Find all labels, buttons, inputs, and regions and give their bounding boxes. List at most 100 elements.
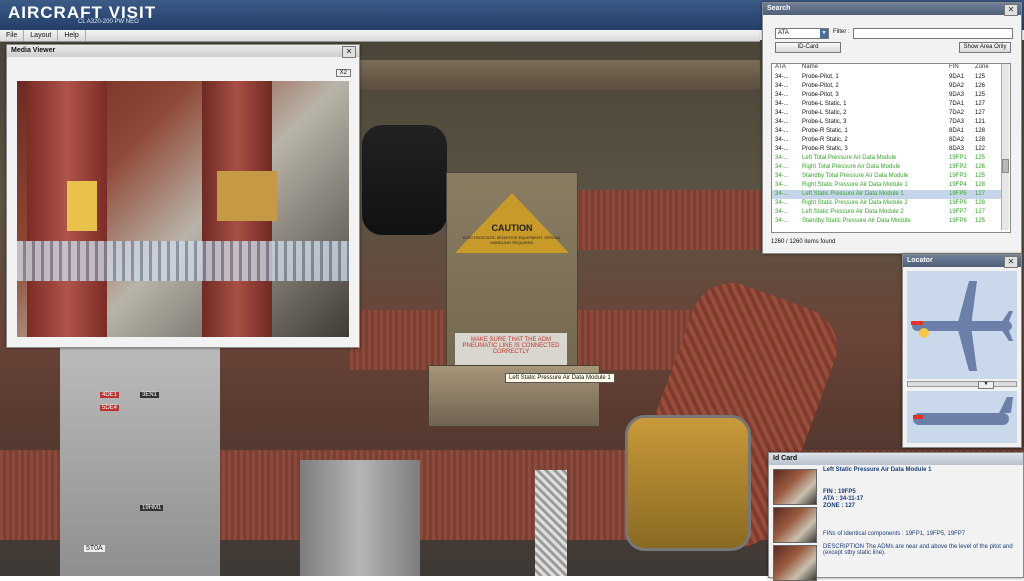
column-fin[interactable]: FIN [949,64,959,71]
cell-fin: 7DA1 [949,101,965,107]
cell-zone: 128 [975,182,986,188]
cell-ata: 34-... [775,110,789,116]
cell-fin: 19FP5 [949,191,967,197]
cell-ata: 34-... [775,164,789,170]
close-icon[interactable]: ✕ [1004,4,1018,16]
cell-zone: 125 [975,74,986,80]
media-viewer-title: Media Viewer [7,45,359,57]
table-row[interactable]: 34-... Left Static Pressure Air Data Modu… [772,208,1002,217]
thumbnail-photo[interactable] [773,507,817,543]
column-name[interactable]: Name [802,64,818,71]
cell-ata: 34-... [775,101,789,107]
search-title: Search [763,3,1021,15]
photo-wiring [17,241,349,281]
aircraft-top-view[interactable] [907,271,1017,379]
cell-name: Probe-R Static, 1 [802,128,848,134]
cell-zone: 126 [975,83,986,89]
cell-ata: 34-... [775,74,789,80]
cell-ata: 34-... [775,137,789,143]
cell-fin: 19FP7 [949,209,967,215]
table-row[interactable]: 34-... Probe-Pitot, 3 9DA3 125 [772,91,1002,100]
close-icon[interactable]: ✕ [342,46,356,58]
table-row[interactable]: 34-... Right Static Pressure Air Data Mod… [772,181,1002,190]
table-row[interactable]: 34-... Probe-R Static, 2 8DA2 128 [772,136,1002,145]
cell-fin: 19FP3 [949,173,967,179]
cell-ata: 34-... [775,173,789,179]
photo-caution-tag [67,181,97,231]
table-row[interactable]: 34-... Standby Total Pressure Air Data Mo… [772,172,1002,181]
cell-name: Right Static Pressure Air Data Module 2 [802,200,908,206]
aircraft-side-view[interactable] [907,391,1017,443]
table-row[interactable]: 34-... Probe-L Static, 1 7DA1 127 [772,100,1002,109]
cell-zone: 126 [975,164,986,170]
cell-zone: 127 [975,191,986,197]
table-row[interactable]: 34-... Probe-L Static, 2 7DA2 127 [772,109,1002,118]
cell-zone: 125 [975,155,986,161]
cell-name: Left Static Pressure Air Data Module 1 [802,191,904,197]
table-row[interactable]: 34-... Right Static Pressure Air Data Mod… [772,199,1002,208]
table-row[interactable]: 34-... Left Total Pressure Air Data Modul… [772,154,1002,163]
cell-name: Left Total Pressure Air Data Module [802,155,897,161]
chevron-down-icon[interactable]: ▼ [820,29,828,38]
column-ata[interactable]: ATA [775,64,786,71]
table-row[interactable]: 34-... Probe-L Static, 3 7DA3 121 [772,118,1002,127]
cell-ata: 34-... [775,119,789,125]
cell-name: Probe-L Static, 3 [802,119,847,125]
cell-zone: 127 [975,209,986,215]
table-row[interactable]: 34-... Probe-R Static, 3 8DA3 122 [772,145,1002,154]
cell-name: Probe-R Static, 2 [802,137,848,143]
table-row[interactable]: 34-... Probe-Pitot, 1 9DA1 125 [772,73,1002,82]
cell-zone: 128 [975,128,986,134]
close-icon[interactable]: ✕ [1004,256,1018,268]
cell-ata: 34-... [775,155,789,161]
cell-fin: 8DA2 [949,137,965,143]
menu-file[interactable]: File [0,30,25,41]
cell-fin: 9DA2 [949,83,965,89]
rack-label: 19HM1 [140,505,164,511]
menu-help[interactable]: Help [58,30,86,41]
table-row[interactable]: 34-... Right Total Pressure Air Data Modu… [772,163,1002,172]
search-window: Search ✕ ATA ▼ Filter : ID-Card Show Are… [762,2,1022,254]
scrollbar-thumb[interactable] [1002,159,1009,173]
show-area-only-button[interactable]: Show Area Only [959,42,1011,53]
table-row[interactable]: 34-... Standby Static Pressure Air Data M… [772,217,1002,226]
results-count: 1260 / 1260 items found [771,239,836,245]
results-list[interactable]: ATA Name FIN Zone 34-... Probe-Pitot, 1 9D… [771,63,1011,233]
rack-label: 5DE4 [100,405,120,411]
cell-name: Probe-Pitot, 2 [802,83,839,89]
cell-zone: 128 [975,137,986,143]
filter-input[interactable] [853,28,1013,39]
cell-name: Probe-L Static, 1 [802,101,847,107]
caution-text: ELECTROSTATIC SENSITIVE EQUIPMENT. SPECI… [462,235,562,245]
cell-name: Left Static Pressure Air Data Module 2 [802,209,904,215]
cell-fin: 7DA2 [949,110,965,116]
table-row[interactable]: 34-... Left Static Pressure Air Data Modu… [772,190,1002,199]
cell-name: Right Static Pressure Air Data Module 1 [802,182,908,188]
cell-ata: 34-... [775,191,789,197]
table-row[interactable]: 34-... Probe-Pitot, 2 9DA2 126 [772,82,1002,91]
id-card-button[interactable]: ID-Card [775,42,841,53]
table-row[interactable]: 34-... Probe-R Static, 1 8DA1 128 [772,127,1002,136]
menu-layout[interactable]: Layout [24,30,59,41]
cell-name: Probe-Pitot, 1 [802,74,839,80]
component-description: DESCRIPTION The ADMs are near and above … [823,544,1013,556]
component-ata: ATA : 34-11-17 [823,496,864,502]
chevron-down-icon[interactable]: ▼ [978,381,994,389]
zoom-x2-button[interactable]: X2 [335,69,351,77]
view-slider[interactable]: ▼ [907,381,1017,389]
filter-label: Filter : [833,29,850,35]
scrollbar[interactable] [1001,64,1009,230]
cell-fin: 8DA3 [949,146,965,152]
adm-warning-plate: MAKE SURE THAT THE ADM PNEUMATIC LINE IS… [455,333,567,369]
photo-connector [217,171,277,221]
cell-fin: 9DA1 [949,74,965,80]
cell-zone: 121 [975,119,986,125]
cell-ata: 34-... [775,209,789,215]
cell-zone: 125 [975,173,986,179]
cell-fin: 7DA3 [949,119,965,125]
column-zone[interactable]: Zone [975,64,989,71]
cell-ata: 34-... [775,200,789,206]
cell-zone: 128 [975,200,986,206]
thumbnail-photo[interactable] [773,469,817,505]
cell-zone: 125 [975,218,986,224]
